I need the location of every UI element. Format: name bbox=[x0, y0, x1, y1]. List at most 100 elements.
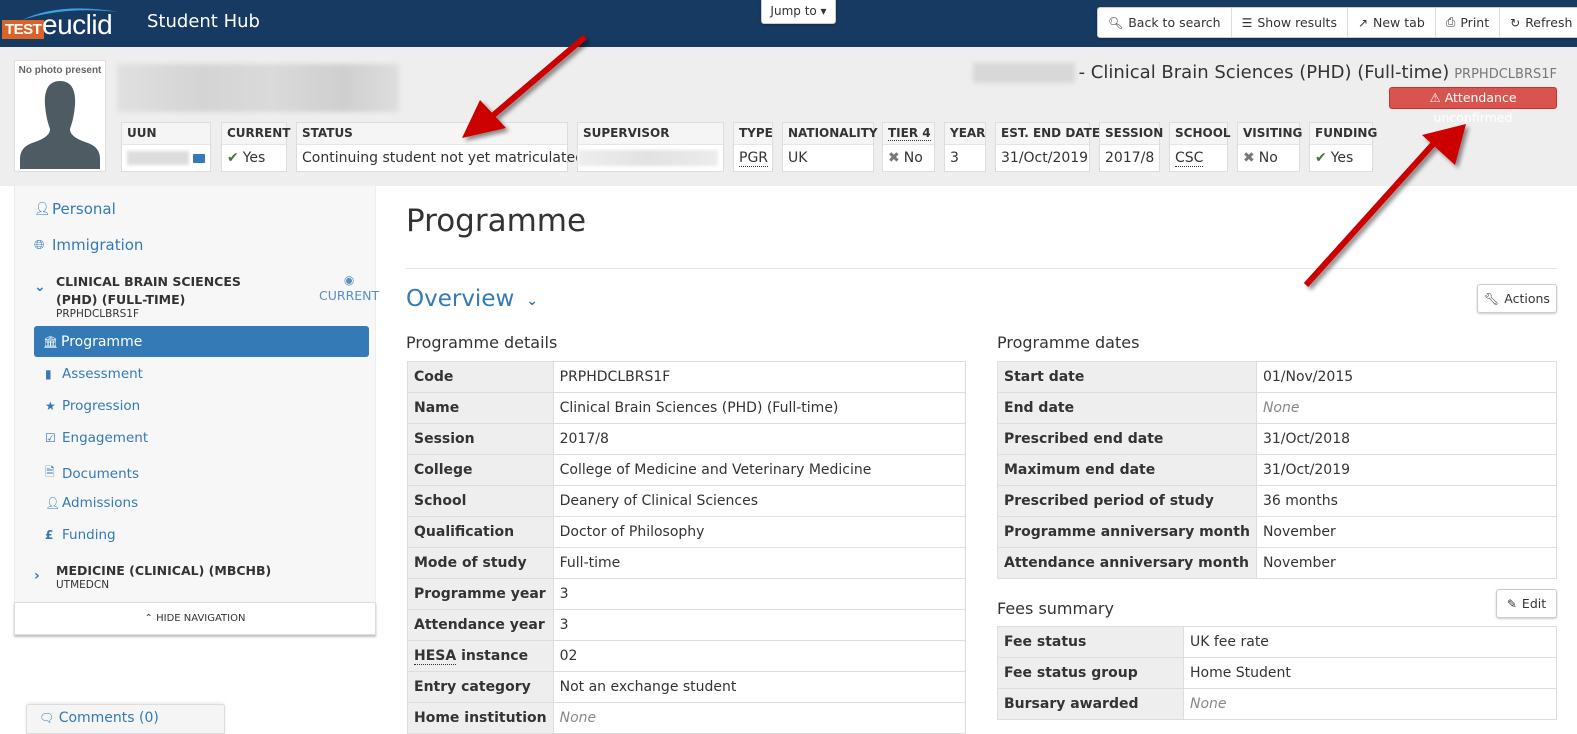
table-row: Attendance anniversary month November bbox=[997, 547, 1558, 579]
refresh-button[interactable]: ↻ Refresh bbox=[1500, 8, 1577, 37]
row-value: 31/Oct/2018 bbox=[1255, 423, 1558, 455]
programme-heading: - Clinical Brain Sciences (PHD) (Full-ti… bbox=[972, 62, 1557, 83]
sidebar-item-engagement[interactable]: ☑ Engagement bbox=[45, 430, 148, 446]
row-key: Maximum end date bbox=[997, 454, 1257, 486]
hide-navigation-button[interactable]: ⌃ HIDE NAVIGATION bbox=[14, 602, 376, 635]
current-dot-icon: ◉ bbox=[343, 273, 355, 287]
table-row: Session 2017/8 bbox=[407, 423, 967, 455]
overview-section-toggle[interactable]: Overview ⌄ bbox=[406, 286, 538, 312]
info-tier4: TIER 4 ✖ No bbox=[882, 122, 935, 172]
row-key: Name bbox=[407, 392, 554, 424]
row-key: Attendance year bbox=[407, 609, 554, 641]
sidebar-item-label: Documents bbox=[62, 465, 139, 482]
document-icon: 🗎︎ bbox=[45, 465, 55, 479]
table-row: Code PRPHDCLBRS1F bbox=[407, 361, 967, 393]
comments-button[interactable]: 🗨︎ Comments (0) bbox=[26, 704, 225, 734]
table-row: Programme year 3 bbox=[407, 578, 967, 610]
row-key: Fee status bbox=[997, 626, 1184, 658]
row-key: Home institution bbox=[407, 702, 554, 734]
euclid-logo[interactable]: TEST euclid bbox=[2, 6, 127, 40]
table-row: Home institution None bbox=[407, 702, 967, 734]
row-key: School bbox=[407, 485, 554, 517]
programme-dates-table: Start date 01/Nov/2015 End date None Prescri… bbox=[997, 361, 1558, 579]
row-value: Full-time bbox=[552, 547, 967, 579]
new-tab-button[interactable]: ↗ New tab bbox=[1348, 8, 1436, 37]
uun-value-redacted bbox=[127, 151, 189, 165]
table-row: Bursary awarded None bbox=[997, 688, 1557, 720]
comments-icon: 🗨︎ bbox=[39, 711, 55, 725]
edit-fees-button[interactable]: ✎ Edit bbox=[1496, 589, 1557, 618]
table-row: End date None bbox=[997, 392, 1558, 424]
programme-details-table: Code PRPHDCLBRS1F Name Clinical Brain Scien… bbox=[407, 361, 967, 734]
actions-label: Actions bbox=[1504, 291, 1550, 306]
table-row: Fee status group Home Student bbox=[997, 657, 1557, 689]
info-year: YEAR 3 bbox=[944, 122, 986, 172]
current-label: CURRENT bbox=[222, 123, 290, 145]
sidebar-item-immigration[interactable]: 🌐︎ Immigration bbox=[34, 236, 143, 254]
refresh-label: Refresh bbox=[1525, 15, 1573, 30]
nationality-value: UK bbox=[788, 150, 808, 166]
actions-button[interactable]: 🔧︎ Actions bbox=[1477, 284, 1557, 313]
table-row: Start date 01/Nov/2015 bbox=[997, 361, 1558, 393]
visiting-label: VISITING bbox=[1238, 123, 1302, 145]
search-icon: 🔍︎ bbox=[1108, 15, 1124, 30]
show-results-button[interactable]: ☰ Show results bbox=[1232, 8, 1348, 37]
sidebar-item-progression[interactable]: ★ Progression bbox=[45, 398, 140, 414]
print-button[interactable]: ⎙ Print bbox=[1436, 8, 1501, 37]
info-session: SESSION 2017/8 bbox=[1099, 122, 1163, 172]
type-label: TYPE bbox=[734, 123, 773, 145]
funding-label: FUNDING bbox=[1310, 123, 1377, 145]
refresh-icon: ↻ bbox=[1510, 15, 1521, 30]
table-row: Entry category Not an exchange student bbox=[407, 671, 967, 703]
logo-name: euclid bbox=[42, 9, 113, 40]
programme-group-name: CLINICAL BRAIN SCIENCES (PHD) (FULL-TIME… bbox=[56, 274, 241, 307]
sidebar-item-admissions[interactable]: 👤︎ Admissions bbox=[45, 495, 138, 511]
attendance-unconfirmed-badge: ⚠ Attendance unconfirmed bbox=[1389, 87, 1557, 125]
warning-icon: ⚠ bbox=[1429, 90, 1441, 105]
tier4-label: TIER 4 bbox=[888, 126, 931, 141]
sidebar-item-funding[interactable]: £ Funding bbox=[45, 527, 116, 543]
row-value: 36 months bbox=[1255, 485, 1558, 517]
row-value: November bbox=[1255, 516, 1558, 548]
school-value: CSC bbox=[1175, 150, 1204, 167]
row-value: 2017/8 bbox=[552, 423, 967, 455]
table-row: School Deanery of Clinical Sciences bbox=[407, 485, 967, 517]
cross-icon: ✖ bbox=[1243, 150, 1255, 166]
table-row: Mode of study Full-time bbox=[407, 547, 967, 579]
row-key: Mode of study bbox=[407, 547, 554, 579]
print-icon: ⎙ bbox=[1445, 15, 1456, 29]
status-label: STATUS bbox=[297, 123, 567, 145]
info-school: SCHOOL CSC bbox=[1169, 122, 1231, 172]
row-key: Fee status group bbox=[997, 657, 1184, 689]
info-uun: UUN bbox=[121, 122, 211, 172]
sidebar-item-personal[interactable]: 👤︎ Personal bbox=[34, 200, 116, 218]
programme-group-code: UTMEDCN bbox=[56, 579, 110, 591]
person-silhouette-icon bbox=[20, 81, 100, 169]
row-key: Programme anniversary month bbox=[997, 516, 1257, 548]
year-label: YEAR bbox=[945, 123, 985, 145]
sidebar-item-label: Assessment bbox=[62, 366, 143, 382]
show-results-label: Show results bbox=[1257, 15, 1337, 30]
back-to-search-button[interactable]: 🔍︎ Back to search bbox=[1098, 8, 1232, 37]
tier4-value: No bbox=[903, 150, 923, 166]
row-value: Doctor of Philosophy bbox=[552, 516, 967, 548]
visiting-value: No bbox=[1258, 150, 1278, 166]
sidebar-item-programme[interactable]: 🏛︎ Programme bbox=[34, 326, 369, 357]
row-value: None bbox=[1183, 688, 1557, 720]
jump-to-button[interactable]: Jump to ▾ bbox=[761, 0, 836, 24]
year-value: 3 bbox=[950, 150, 959, 166]
session-value: 2017/8 bbox=[1105, 150, 1155, 166]
email-icon[interactable] bbox=[193, 153, 205, 163]
row-key: College bbox=[407, 454, 554, 486]
sidebar-item-documents[interactable]: 🗎︎ Documents bbox=[45, 463, 139, 484]
sidebar-item-label: Admissions bbox=[62, 495, 139, 511]
row-value: 3 bbox=[552, 578, 967, 610]
comments-label: Comments (0) bbox=[58, 710, 159, 726]
chevron-down-icon[interactable]: ⌄ bbox=[34, 279, 46, 295]
chevron-right-icon[interactable]: › bbox=[34, 568, 40, 584]
check-icon: ✔ bbox=[227, 150, 239, 166]
app-title: Student Hub bbox=[147, 11, 260, 32]
sidebar-item-assessment[interactable]: ▮ Assessment bbox=[45, 366, 143, 382]
row-value: 02 bbox=[552, 640, 967, 672]
info-nationality: NATIONALITY UK bbox=[782, 122, 878, 172]
